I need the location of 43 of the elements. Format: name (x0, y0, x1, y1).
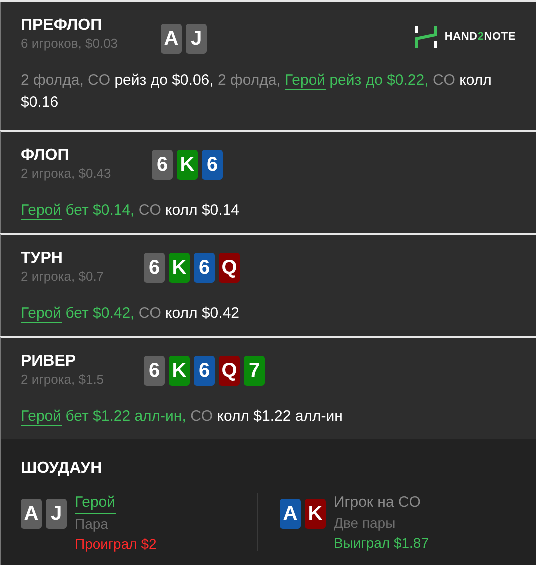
playing-card: J (186, 24, 207, 54)
playing-card: K (177, 150, 198, 180)
action-summary: 2 фолда, CO рейз до $0.06, 2 фолда, Герой рейз до $0.22, CO колл $0.16 (21, 71, 493, 113)
hero-link[interactable]: Герой (285, 72, 326, 90)
playing-card: 7 (244, 356, 265, 386)
playing-card: 6 (144, 253, 165, 283)
street-info: 2 игрока, $1.5 (21, 372, 106, 388)
playing-card: K (169, 356, 190, 386)
street-title: ПРЕФЛОП (21, 16, 104, 36)
playing-card: A (280, 499, 301, 529)
hand-rank: Пара (75, 515, 110, 534)
hero-link[interactable]: Герой (21, 305, 62, 323)
hero-link[interactable]: Герой (21, 202, 62, 220)
playing-card: J (46, 499, 67, 529)
playing-card: 6 (194, 253, 215, 283)
street-title: РИВЕР (21, 352, 78, 372)
street-title: ФЛОП (21, 146, 70, 166)
hand-rank: Две пары (334, 514, 397, 533)
action-summary: Герой бет $0.14, CO колл $0.14 (21, 201, 240, 222)
street-info: 6 игроков, $0.03 (21, 36, 120, 52)
street-info: 2 игрока, $0.7 (21, 269, 106, 285)
playing-card: 6 (202, 150, 223, 180)
playing-card: A (21, 499, 42, 529)
playing-card: Q (219, 253, 240, 283)
player-name: Игрок на CO (334, 493, 422, 513)
playing-card: Q (219, 356, 240, 386)
showdown-title: ШОУДАУН (21, 460, 102, 477)
street-title: ТУРН (21, 249, 64, 269)
playing-card: 6 (144, 356, 165, 386)
street-info: 2 игрока, $0.43 (21, 166, 112, 182)
action-summary: Герой бет $0.42, CO колл $0.42 (21, 304, 240, 325)
player-name-link[interactable]: Герой (75, 493, 116, 514)
playing-card: K (169, 253, 190, 283)
result-text: Выиграл $1.87 (334, 534, 429, 553)
playing-card: 6 (194, 356, 215, 386)
playing-card: A (161, 24, 182, 54)
logo-icon (414, 26, 437, 48)
hero-link[interactable]: Герой (21, 408, 62, 426)
playing-card: 6 (152, 150, 173, 180)
playing-card: K (305, 499, 326, 529)
logo-wordmark: HAND2NOTE (444, 31, 516, 43)
result-text: Проиграл $2 (75, 535, 157, 554)
action-summary: Герой бет $1.22 алл-ин, CO колл $1.22 алл-ин (21, 407, 344, 428)
